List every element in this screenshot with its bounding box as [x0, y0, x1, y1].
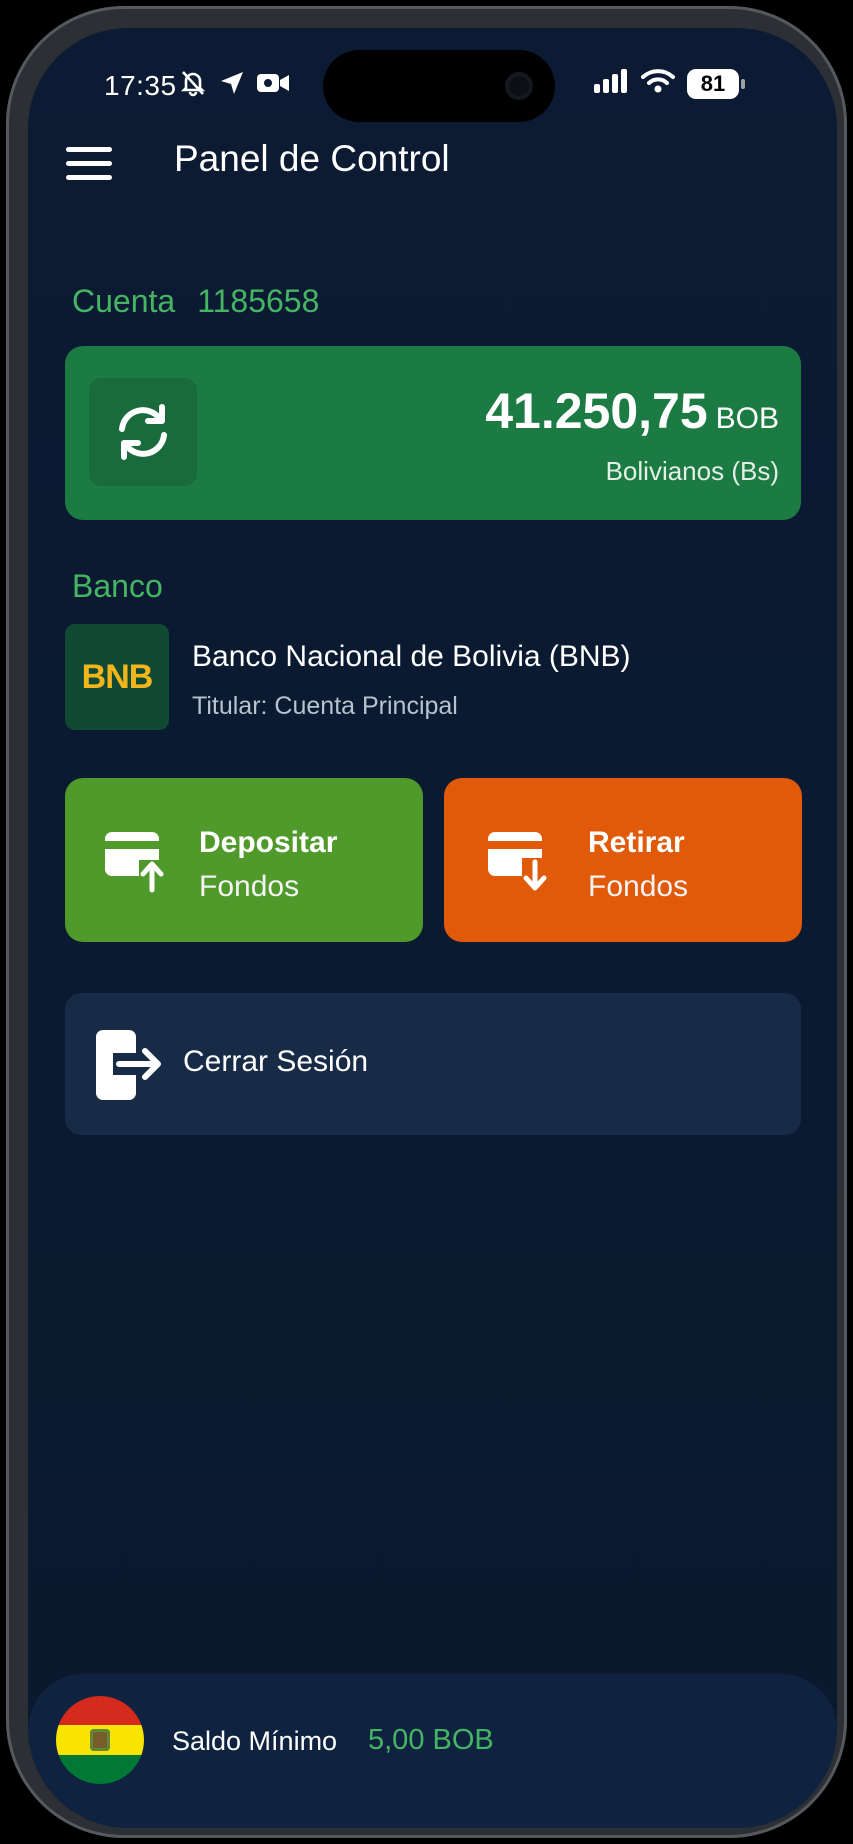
bank-holder: Titular: Cuenta Principal [192, 692, 458, 720]
battery-icon: 81 [687, 68, 745, 99]
card-withdraw-icon [486, 828, 552, 899]
bank-name: Banco Nacional de Bolivia (BNB) [192, 640, 631, 673]
bank-logo-text: BNB [81, 657, 154, 696]
deposit-label-line1: Depositar [199, 826, 338, 859]
dynamic-island [323, 50, 555, 122]
balance-currency: BOB [715, 402, 779, 435]
withdraw-label-line2: Fondos [588, 870, 689, 903]
refresh-icon [119, 404, 167, 460]
minimum-balance-label: Saldo Mínimo [172, 1726, 338, 1756]
location-arrow-icon [218, 69, 246, 102]
phone-frame: 17:35 81 Panel de Control Cuenta 1185658… [6, 6, 847, 1838]
page-title: Panel de Control [174, 138, 450, 179]
bank-section-label: Banco [72, 568, 163, 604]
status-icons-left [178, 68, 290, 103]
cellular-signal-icon [593, 68, 629, 99]
withdraw-funds-button[interactable]: Retirar Fondos [444, 778, 802, 942]
video-camera-icon [256, 70, 290, 101]
logout-label: Cerrar Sesión [183, 1045, 369, 1078]
account-label-text: Cuenta [72, 283, 176, 319]
bell-slash-icon [178, 68, 208, 103]
deposit-funds-button[interactable]: Depositar Fondos [65, 778, 423, 942]
balance-card: 41.250,75 BOB Bolivianos (Bs) [65, 346, 801, 520]
card-deposit-icon [103, 828, 169, 899]
logout-icon [95, 1029, 163, 1106]
bolivia-flag-icon [56, 1696, 144, 1784]
logout-button[interactable]: Cerrar Sesión [65, 993, 801, 1135]
minimum-balance-value: 5,00 BOB [368, 1724, 494, 1756]
currency-name: Bolivianos (Bs) [605, 456, 779, 486]
account-number: 1185658 [197, 283, 320, 319]
bottom-bar: Saldo Mínimo 5,00 BOB [28, 1674, 837, 1828]
balance-value: 41.250,75 [485, 383, 708, 439]
balance-amount: 41.250,75 BOB [485, 382, 779, 440]
status-icons-right: 81 [593, 68, 745, 99]
hamburger-menu-icon[interactable] [66, 138, 126, 188]
withdraw-label-line1: Retirar [588, 826, 685, 859]
app-screen: 17:35 81 Panel de Control Cuenta 1185658… [28, 28, 837, 1828]
bank-logo: BNB [65, 624, 169, 730]
status-time: 17:35 [104, 70, 177, 101]
front-camera [505, 72, 533, 100]
wifi-icon [641, 68, 675, 99]
deposit-label-line2: Fondos [199, 870, 300, 903]
refresh-button[interactable] [89, 378, 197, 486]
account-label: Cuenta 1185658 [72, 283, 319, 320]
